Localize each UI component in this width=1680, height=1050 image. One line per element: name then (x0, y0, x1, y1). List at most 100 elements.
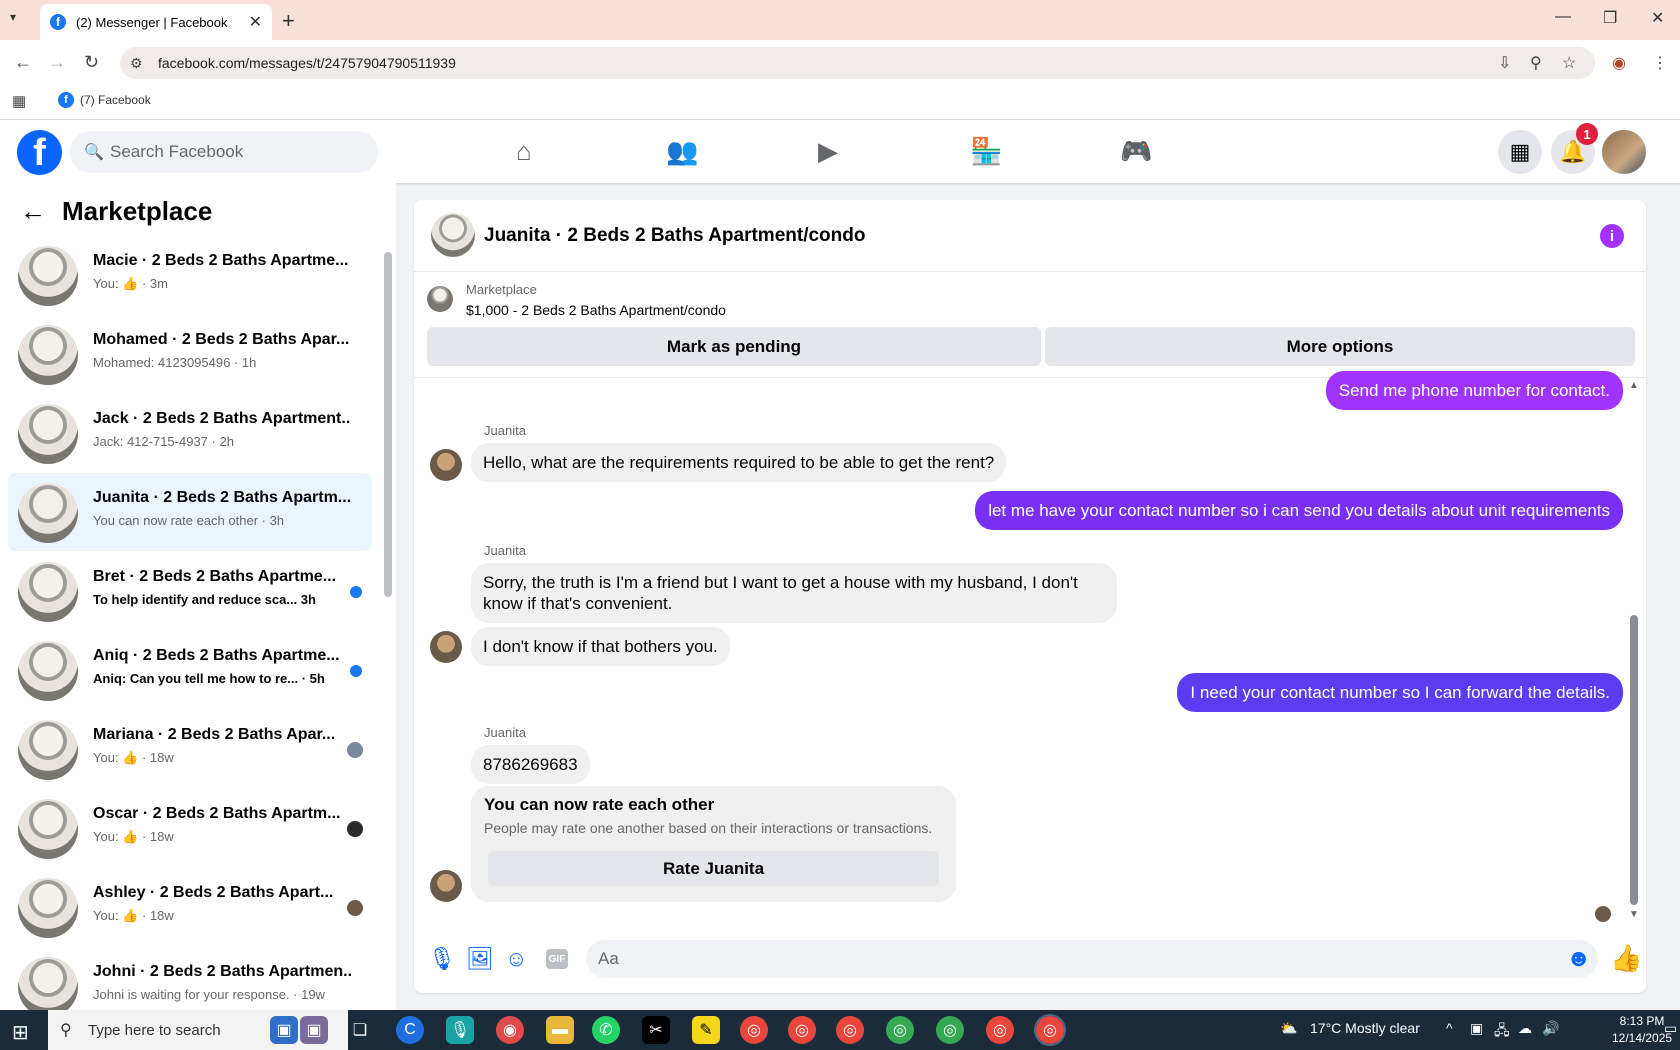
conversation-item[interactable]: Mariana · 2 Beds 2 Baths Apar... You: 👍 … (8, 710, 372, 788)
outgoing-message[interactable]: I need your contact number so I can forw… (1177, 673, 1623, 712)
sticky-notes-icon[interactable]: ✎ (692, 1016, 720, 1044)
listing-thumbnail (18, 246, 78, 306)
tray-chevron-icon[interactable]: ^ (1446, 1020, 1453, 1036)
apps-grid-icon[interactable]: ▦ (12, 92, 26, 110)
install-app-icon[interactable]: ⇩ (1498, 53, 1511, 73)
onedrive-icon[interactable]: ☁ (1518, 1020, 1532, 1037)
restore-icon[interactable]: ❐ (1603, 8, 1617, 28)
conversation-item[interactable]: Bret · 2 Beds 2 Baths Apartme... To help… (8, 552, 372, 630)
conversation-item[interactable]: Aniq · 2 Beds 2 Baths Apartme... Aniq: C… (8, 631, 372, 709)
facebook-logo-icon[interactable]: f (17, 130, 62, 175)
menu-grid-icon[interactable]: ▦ (1498, 130, 1542, 174)
conversation-list-scrollbar[interactable] (384, 252, 392, 597)
conversation-item[interactable]: Johni · 2 Beds 2 Baths Apartmen... Johni… (8, 947, 372, 1010)
incoming-message[interactable]: Sorry, the truth is I'm a friend but I w… (471, 563, 1117, 623)
outgoing-message[interactable]: let me have your contact number so i can… (975, 491, 1623, 530)
chat-scrollbar[interactable] (1630, 615, 1638, 905)
site-info-icon[interactable]: ⚙ (130, 55, 143, 72)
chrome-icon[interactable]: ◎ (788, 1016, 816, 1044)
thumbs-up-icon[interactable]: 👍 (1610, 943, 1642, 974)
sender-avatar[interactable] (430, 449, 462, 481)
close-tab-icon[interactable]: ✕ (249, 12, 262, 32)
file-explorer-icon[interactable]: ▬ (546, 1016, 574, 1044)
conversation-item[interactable]: Jack · 2 Beds 2 Baths Apartment... Jack:… (8, 394, 372, 472)
tab-search-icon[interactable]: ▾ (10, 10, 16, 24)
video-icon[interactable]: ▶ (818, 136, 838, 167)
weather-icon[interactable]: ⛅ (1280, 1020, 1297, 1037)
conversation-item[interactable]: Mohamed · 2 Beds 2 Baths Apar... Mohamed… (8, 315, 372, 393)
bookmark-facebook[interactable]: f (7) Facebook (58, 92, 151, 108)
zoom-icon[interactable]: ⚲ (1530, 53, 1542, 73)
scroll-down-arrow-icon[interactable]: ▼ (1629, 909, 1639, 920)
sender-avatar[interactable] (430, 631, 462, 663)
more-options-button[interactable]: More options (1045, 327, 1635, 366)
close-window-icon[interactable]: ✕ (1651, 8, 1664, 28)
conversation-name: Aniq · 2 Beds 2 Baths Apartme... (93, 647, 340, 664)
rate-juanita-button[interactable]: Rate Juanita (488, 851, 939, 886)
app-icon[interactable]: C (396, 1016, 424, 1044)
chrome-icon[interactable]: ◎ (886, 1016, 914, 1044)
incoming-message[interactable]: 8786269683 (471, 745, 590, 784)
scroll-up-arrow-icon[interactable]: ▲ (1629, 380, 1639, 391)
listing-thumbnail (18, 641, 78, 701)
search-input[interactable]: Search Facebook (70, 131, 378, 173)
listing-price[interactable]: $1,000 - 2 Beds 2 Baths Apartment/condo (466, 302, 726, 318)
conversation-name: Ashley · 2 Beds 2 Baths Apart... (93, 884, 334, 901)
chrome-icon-active[interactable]: ◎ (1034, 1014, 1066, 1046)
capcut-icon[interactable]: ✂ (642, 1016, 670, 1044)
bookmark-star-icon[interactable]: ☆ (1562, 53, 1576, 73)
mark-as-pending-button[interactable]: Mark as pending (427, 327, 1041, 366)
app-icon[interactable]: ◉ (496, 1016, 524, 1044)
chrome-icon[interactable]: ◎ (836, 1016, 864, 1044)
chrome-icon[interactable]: ◎ (936, 1016, 964, 1044)
conversation-item[interactable]: Macie · 2 Beds 2 Baths Apartme... You: 👍… (8, 236, 372, 314)
sticker-icon[interactable]: ☺ (505, 946, 527, 972)
chat-listing-avatar[interactable] (431, 213, 475, 257)
chat-title[interactable]: Juanita · 2 Beds 2 Baths Apartment/condo (484, 225, 865, 247)
search-icon: 🔍 (84, 144, 104, 161)
emoji-icon[interactable]: ☻ (1566, 945, 1591, 973)
incoming-message[interactable]: I don't know if that bothers you. (471, 627, 730, 666)
conversation-item[interactable]: Oscar · 2 Beds 2 Baths Apartm... You: 👍 … (8, 789, 372, 867)
profile-icon[interactable]: ◉ (1612, 53, 1626, 73)
browser-menu-icon[interactable]: ⋮ (1652, 53, 1668, 73)
conversation-item[interactable]: Ashley · 2 Beds 2 Baths Apart... You: 👍 … (8, 868, 372, 946)
chrome-icon[interactable]: ◎ (740, 1016, 768, 1044)
whatsapp-icon[interactable]: ✆ (592, 1016, 620, 1044)
new-tab-icon[interactable]: + (282, 8, 295, 34)
tray-meet-icon[interactable]: ▣ (1470, 1020, 1483, 1037)
conversation-item-selected[interactable]: Juanita · 2 Beds 2 Baths Apartm... You c… (8, 473, 372, 551)
account-avatar[interactable] (1602, 130, 1646, 174)
gaming-icon[interactable]: 🎮 (1120, 136, 1152, 167)
weather-text[interactable]: 17°C Mostly clear (1310, 1020, 1420, 1036)
panel-title: Marketplace (62, 196, 213, 226)
home-icon[interactable]: ⌂ (516, 136, 532, 167)
sender-avatar[interactable] (430, 870, 462, 902)
app-icon[interactable]: 🎙 (446, 1016, 474, 1044)
microphone-icon[interactable]: 🎙 (428, 946, 456, 972)
incoming-message[interactable]: Hello, what are the requirements require… (471, 443, 1007, 482)
info-icon[interactable]: i (1600, 224, 1624, 248)
chrome-icon[interactable]: ◎ (986, 1016, 1014, 1044)
friends-icon[interactable]: 👥 (666, 136, 698, 167)
forward-icon[interactable]: → (48, 52, 66, 73)
notification-center-icon[interactable]: ▭ (1664, 1020, 1677, 1037)
outgoing-message[interactable]: Send me phone number for contact. (1325, 371, 1623, 410)
photo-icon[interactable]: 🖼 (466, 946, 494, 972)
reload-icon[interactable]: ↻ (84, 52, 99, 73)
task-view-icon[interactable]: ❏ (346, 1016, 374, 1044)
widget-icon[interactable]: ▣ (270, 1016, 298, 1044)
back-arrow-icon[interactable]: ← (20, 196, 46, 227)
back-icon[interactable]: ← (14, 52, 32, 73)
url-field[interactable]: facebook.com/messages/t/2475790479051193… (120, 47, 1595, 79)
windows-start-icon[interactable]: ⊞ (12, 1020, 29, 1045)
volume-icon[interactable]: 🔊 (1542, 1020, 1559, 1037)
browser-tab-active[interactable]: f (2) Messenger | Facebook ✕ (40, 4, 272, 40)
unread-dot (350, 665, 362, 677)
message-input[interactable]: Aa (586, 940, 1598, 978)
minimize-icon[interactable]: — (1555, 8, 1571, 26)
network-icon[interactable]: 🖧 (1494, 1020, 1510, 1044)
gif-icon[interactable]: GIF (546, 949, 568, 969)
marketplace-icon[interactable]: 🏪 (970, 136, 1002, 167)
widget-icon[interactable]: ▣ (300, 1016, 328, 1044)
